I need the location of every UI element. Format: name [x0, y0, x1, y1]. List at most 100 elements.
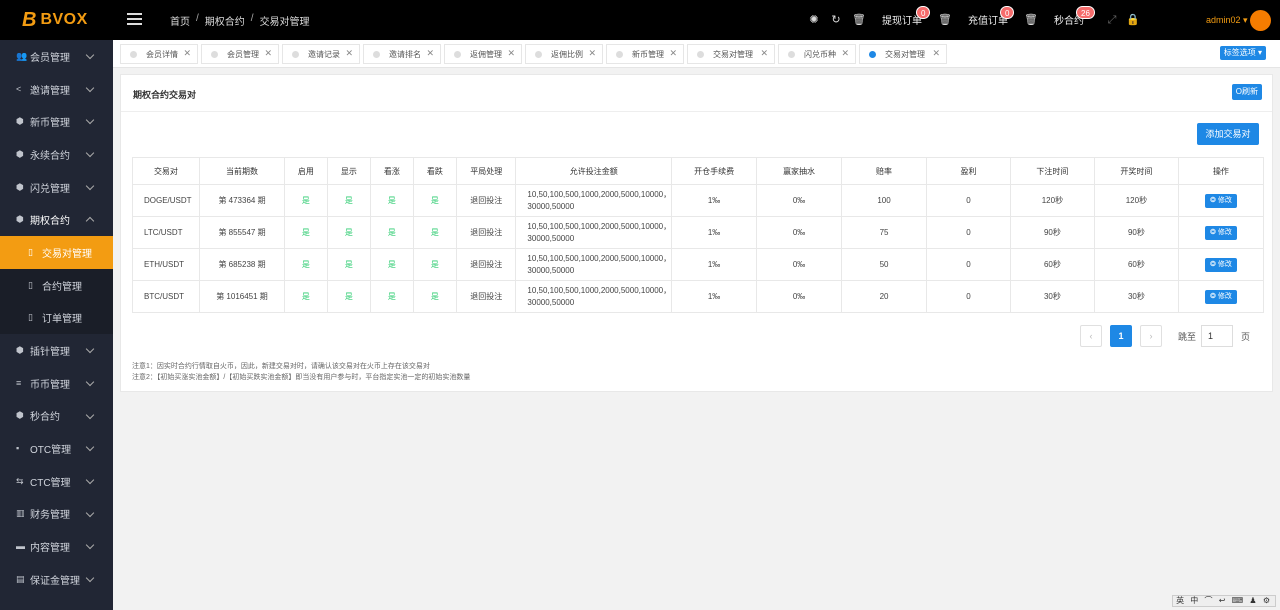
chevron-down-icon	[85, 573, 95, 583]
brand-logo-mark: B	[22, 9, 37, 31]
column-header[interactable]: 开奖时间	[1093, 157, 1179, 185]
lock-icon[interactable]: 🔒	[1126, 14, 1140, 26]
chevron-down-icon	[85, 508, 95, 517]
column-header[interactable]: 下注时间	[1009, 157, 1095, 185]
tab-options-dropdown[interactable]: 标签选项 ▾	[1219, 46, 1266, 60]
column-header[interactable]: 盈利	[926, 157, 1011, 185]
add-trading-pair-button[interactable]: 添加交易对	[1197, 123, 1259, 145]
sidebar-item-margin[interactable]: ▤ 保证金管理	[0, 563, 113, 596]
goto-page-input[interactable]: 1	[1201, 325, 1234, 347]
user-menu[interactable]: admin02 ▾	[1206, 15, 1248, 26]
chevron-down-icon	[85, 410, 95, 419]
sidebar-item-perpetual[interactable]: ⬢ 永续合约	[0, 138, 113, 171]
menu-toggle-icon[interactable]	[127, 13, 142, 25]
sidebar-item-orders[interactable]: ▯ 订单管理	[0, 301, 113, 335]
recharge-orders[interactable]: 充值订单 0	[960, 6, 1015, 27]
tab-dot-icon	[869, 50, 876, 58]
column-header[interactable]: 赢家抽水	[756, 157, 843, 185]
breadcrumb-options[interactable]: 期权合约	[205, 13, 245, 28]
column-header[interactable]: 启用	[284, 157, 328, 185]
column-header[interactable]: 当前期数	[198, 157, 286, 185]
breadcrumb-home[interactable]: 首页	[170, 13, 190, 28]
cell-profit: 0	[926, 280, 1011, 313]
tab-flash-coins[interactable]: 闪兑币种 ✕	[778, 44, 856, 64]
page-number-current[interactable]: 1	[1110, 325, 1132, 347]
column-header[interactable]: 显示	[326, 157, 372, 185]
tab-rebate-management[interactable]: 返佣管理 ✕	[444, 44, 522, 64]
tab-trading-pairs-active[interactable]: 交易对管理 ✕	[859, 44, 947, 64]
tab-invite-records[interactable]: 邀请记录 ✕	[282, 44, 360, 64]
brand-logo[interactable]: B BVOX	[22, 9, 88, 31]
avatar[interactable]	[1250, 10, 1271, 31]
close-icon[interactable]: ✕	[426, 48, 434, 59]
close-icon[interactable]: ✕	[841, 48, 849, 59]
sidebar-item-finance[interactable]: ▥ 财务管理	[0, 498, 113, 531]
breadcrumb: 首页 / 期权合约 / 交易对管理	[170, 13, 310, 28]
tab-invite-ranking[interactable]: 邀请排名 ✕	[363, 44, 441, 64]
sidebar-item-members[interactable]: 👥 会员管理	[0, 40, 113, 73]
close-icon[interactable]: ✕	[669, 48, 677, 59]
sidebar-item-otc[interactable]: ▪ OTC管理	[0, 432, 113, 465]
sidebar-item-new-coins[interactable]: ⬢ 新币管理	[0, 105, 113, 138]
column-header[interactable]: 赔率	[841, 157, 928, 185]
theme-icon[interactable]: ✺	[808, 14, 820, 26]
edit-button[interactable]: ❂ 修改	[1205, 225, 1237, 240]
sidebar-item-ctc[interactable]: ⇆ CTC管理	[0, 465, 113, 498]
tab-new-coins[interactable]: 新币管理 ✕	[606, 44, 684, 64]
sidebar-item-trading-pairs[interactable]: ▯ 交易对管理	[0, 236, 113, 269]
ime-toolbar[interactable]: 英 中 ⌒ ↩ ⌨ ♟ ⚙	[1172, 595, 1276, 607]
sidebar-item-second-contract[interactable]: ⬢ 秒合约	[0, 400, 113, 433]
column-header[interactable]: 看涨	[370, 157, 414, 185]
trash-icon[interactable]: 🗑	[852, 14, 866, 26]
chevron-up-icon	[85, 217, 95, 226]
refresh-icon[interactable]: ↻	[830, 14, 842, 26]
edit-button[interactable]: ❂ 修改	[1205, 289, 1237, 304]
trash-icon[interactable]: 🗑	[1024, 14, 1038, 26]
column-header[interactable]: 看跌	[412, 157, 458, 185]
tab-trading-pairs[interactable]: 交易对管理 ✕	[687, 44, 775, 64]
tab-rebate-ratio[interactable]: 返佣比例 ✕	[525, 44, 603, 64]
tab-member-management[interactable]: 会员管理 ✕	[201, 44, 279, 64]
sidebar-item-spot[interactable]: ≡ 币币管理	[0, 367, 113, 400]
close-icon[interactable]: ✕	[507, 48, 515, 59]
server-icon: ▤	[16, 573, 25, 584]
cell-fee: 1‰	[671, 280, 758, 313]
cell-fee: 1‰	[671, 184, 758, 217]
sidebar-item-invites[interactable]: < 邀请管理	[0, 73, 113, 106]
page-suffix-label: 页	[1241, 331, 1251, 342]
column-header[interactable]: 平局处理	[456, 157, 517, 185]
close-icon[interactable]: ✕	[760, 48, 768, 59]
close-icon[interactable]: ✕	[264, 48, 272, 59]
tab-label: 返佣管理	[470, 49, 502, 59]
cell-enabled: 是	[284, 280, 328, 313]
sidebar-item-flash-swap[interactable]: ⬢ 闪兑管理	[0, 171, 113, 204]
cell-period: 第 855547 期	[198, 216, 286, 249]
breadcrumb-current: 交易对管理	[259, 17, 310, 28]
sidebar-item-contracts[interactable]: ▯ 合约管理	[0, 268, 113, 302]
edit-button[interactable]: ❂ 修改	[1205, 257, 1237, 272]
sidebar-item-options[interactable]: ⬢ 期权合约	[0, 203, 113, 236]
fullscreen-icon[interactable]: ⤢	[1106, 14, 1118, 26]
cell-pair: LTC/USDT	[132, 216, 200, 249]
close-icon[interactable]: ✕	[932, 48, 940, 59]
folder-icon: ▬	[16, 541, 25, 552]
sidebar-item-content[interactable]: ▬ 内容管理	[0, 530, 113, 563]
refresh-button[interactable]: O刷新	[1231, 84, 1262, 100]
sidebar-item-pin[interactable]: ⬢ 插针管理	[0, 334, 113, 367]
next-page-button[interactable]: ›	[1140, 325, 1162, 347]
prev-page-button[interactable]: ‹	[1080, 325, 1102, 347]
second-contracts[interactable]: 秒合约 26	[1046, 6, 1095, 27]
close-icon[interactable]: ✕	[345, 48, 353, 59]
withdraw-orders[interactable]: 提现订单 0	[874, 6, 931, 27]
column-header[interactable]: 允许投注金额	[515, 157, 673, 185]
tab-member-detail[interactable]: 会员详情 ✕	[120, 44, 198, 64]
sidebar-item-label: CTC管理	[30, 477, 71, 489]
close-icon[interactable]: ✕	[183, 48, 191, 59]
edit-button[interactable]: ❂ 修改	[1205, 193, 1237, 208]
close-icon[interactable]: ✕	[588, 48, 596, 59]
trash-icon[interactable]: 🗑	[938, 14, 952, 26]
cell-pair: ETH/USDT	[132, 248, 200, 281]
cell-shown: 是	[326, 248, 372, 281]
column-header[interactable]: 开仓手续费	[671, 157, 758, 185]
column-header[interactable]: 交易对	[132, 157, 200, 185]
